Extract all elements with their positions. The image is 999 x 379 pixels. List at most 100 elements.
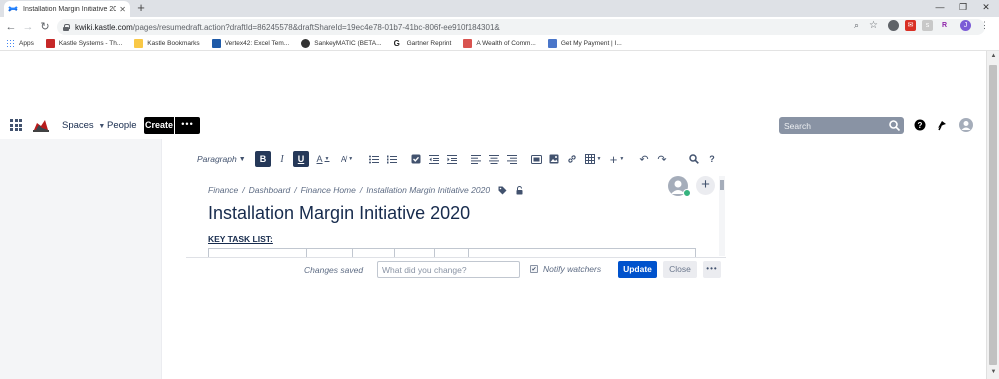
indent-icon[interactable] (445, 151, 459, 167)
new-tab-button[interactable]: + (134, 1, 148, 15)
bookmark-star-icon[interactable]: ☆ (868, 20, 879, 31)
create-more-button[interactable]: ••• (175, 117, 200, 134)
bold-button[interactable]: B (255, 151, 271, 167)
page-scrollbar[interactable]: ▲ ▼ (986, 51, 999, 379)
editor-scroll-thumb[interactable] (720, 180, 724, 190)
bullet-list-icon[interactable] (367, 151, 381, 167)
scroll-down-icon[interactable]: ▼ (990, 369, 997, 375)
kastle-icon (45, 39, 55, 48)
page-layout-icon[interactable] (529, 151, 543, 167)
image-icon[interactable] (547, 151, 561, 167)
find-replace-icon[interactable] (687, 151, 701, 167)
task-checkbox-icon[interactable] (409, 151, 423, 167)
irs-icon (547, 39, 557, 48)
underline-button[interactable]: U (293, 151, 309, 167)
chevron-down-icon: ▼ (98, 123, 106, 130)
text-formatting-button[interactable]: A̸ ▼ (337, 151, 357, 167)
breadcrumb-item[interactable]: Dashboard (249, 185, 291, 195)
bookmark-item[interactable]: G Gartner Reprint (394, 39, 452, 48)
breadcrumb-item[interactable]: Finance Home (301, 185, 356, 195)
chevron-down-icon: ▼ (596, 156, 602, 162)
editor-footer: Changes saved ✔ Notify watchers Update C… (186, 260, 726, 280)
bookmark-item[interactable]: Kastle Bookmarks (134, 39, 200, 48)
search-input[interactable]: Search (779, 117, 904, 134)
redo-icon[interactable]: ↷ (655, 151, 669, 167)
save-status: Changes saved (304, 265, 364, 275)
notify-checkbox[interactable]: ✔ (530, 265, 538, 273)
bookmark-item[interactable]: SankeyMATIC (BETA... (301, 39, 382, 48)
people-link[interactable]: People (107, 120, 137, 131)
confluence-favicon-icon (8, 4, 18, 14)
extension-red-icon[interactable]: ✉ (905, 20, 916, 31)
text-color-button[interactable]: A ▼ (313, 151, 333, 167)
window-close-icon[interactable]: ✕ (975, 0, 997, 15)
paragraph-style-dropdown[interactable]: Paragraph ▼ (193, 154, 249, 164)
chevron-down-icon: ▼ (348, 156, 354, 162)
label-tag-icon[interactable] (498, 186, 507, 195)
user-avatar[interactable] (959, 118, 973, 132)
extension-r-icon[interactable]: R (939, 20, 950, 31)
invite-collaborator-button[interactable]: + (696, 176, 715, 195)
page-title[interactable]: Installation Margin Initiative 2020 (208, 203, 470, 224)
chrome-menu-icon[interactable]: ⋮ (979, 20, 990, 31)
outdent-icon[interactable] (427, 151, 441, 167)
editor-scrollbar[interactable] (719, 176, 725, 256)
spaces-menu[interactable]: Spaces ▼ (62, 120, 105, 131)
restrictions-lock-icon[interactable] (515, 185, 524, 195)
editor-toolbar: Paragraph ▼ B I U A ▼ A̸ ▼ ▼ + ▼ ↶ ↷ ? (193, 150, 723, 168)
site-logo[interactable] (32, 117, 50, 133)
undo-icon[interactable]: ↶ (637, 151, 651, 167)
update-button[interactable]: Update (618, 261, 657, 278)
minimize-icon[interactable]: — (929, 0, 951, 15)
tab-close-icon[interactable]: ✕ (119, 5, 126, 14)
scroll-up-icon[interactable]: ▲ (990, 53, 997, 59)
help-icon[interactable]: ? (914, 119, 926, 131)
version-comment-input[interactable] (377, 261, 520, 278)
more-actions-button[interactable]: ••• (703, 261, 721, 278)
browser-tab[interactable]: Installation Margin Initiative 202… ✕ (4, 1, 130, 17)
editor-content[interactable]: Finance / Dashboard / Finance Home / Ins… (186, 172, 726, 257)
restore-icon[interactable]: ❐ (952, 0, 974, 15)
bookmark-item[interactable]: A Wealth of Comm... (463, 39, 536, 48)
close-button[interactable]: Close (663, 261, 697, 278)
left-sidebar (0, 139, 162, 379)
numbered-list-icon[interactable] (385, 151, 399, 167)
online-status-dot (683, 189, 691, 197)
link-icon[interactable] (565, 151, 579, 167)
scroll-thumb[interactable] (989, 65, 997, 365)
help-shortcuts-icon[interactable]: ? (705, 151, 719, 167)
insert-more-button[interactable]: + ▼ (607, 151, 627, 167)
gartner-icon: G (393, 39, 400, 48)
bookmarks-bar: Apps Kastle Systems - Th... Kastle Bookm… (0, 37, 999, 51)
back-arrow-icon[interactable]: ← (4, 19, 18, 35)
sankey-icon (301, 39, 311, 48)
app-switcher-icon[interactable] (10, 119, 22, 131)
vertex42-icon (211, 39, 221, 48)
bookmark-item[interactable]: Apps (6, 39, 34, 48)
reload-icon[interactable]: ↻ (38, 19, 52, 35)
extension-grey-icon[interactable]: s (922, 20, 933, 31)
content-table[interactable] (208, 248, 696, 257)
italic-button[interactable]: I (275, 151, 289, 167)
notify-watchers-toggle[interactable]: ✔ Notify watchers (530, 264, 601, 274)
notify-label: Notify watchers (543, 264, 602, 274)
svg-text:?: ? (918, 121, 923, 130)
bookmark-item[interactable]: Kastle Systems - Th... (45, 39, 122, 48)
extension-circle-icon[interactable] (888, 20, 899, 31)
create-button[interactable]: Create (144, 117, 174, 134)
bookmark-item[interactable]: Get My Payment | I... (547, 39, 622, 48)
zoom-icon[interactable]: ⌕ (851, 20, 862, 31)
bookmark-item[interactable]: Vertex42: Excel Tem... (211, 39, 289, 48)
profile-avatar[interactable]: J (960, 20, 971, 31)
align-center-icon[interactable] (487, 151, 501, 167)
notifications-icon[interactable] (936, 119, 948, 131)
forward-arrow-icon[interactable]: → (21, 19, 35, 35)
table-button[interactable]: ▼ (583, 151, 603, 167)
align-right-icon[interactable] (505, 151, 519, 167)
wealth-icon (463, 39, 473, 48)
align-left-icon[interactable] (469, 151, 483, 167)
breadcrumb-item[interactable]: Installation Margin Initiative 2020 (366, 185, 490, 195)
key-task-heading[interactable]: KEY TASK LIST: (208, 234, 273, 244)
breadcrumb-item[interactable]: Finance (208, 185, 238, 195)
address-bar[interactable]: kwiki.kastle.com/pages/resumedraft.actio… (57, 19, 985, 35)
